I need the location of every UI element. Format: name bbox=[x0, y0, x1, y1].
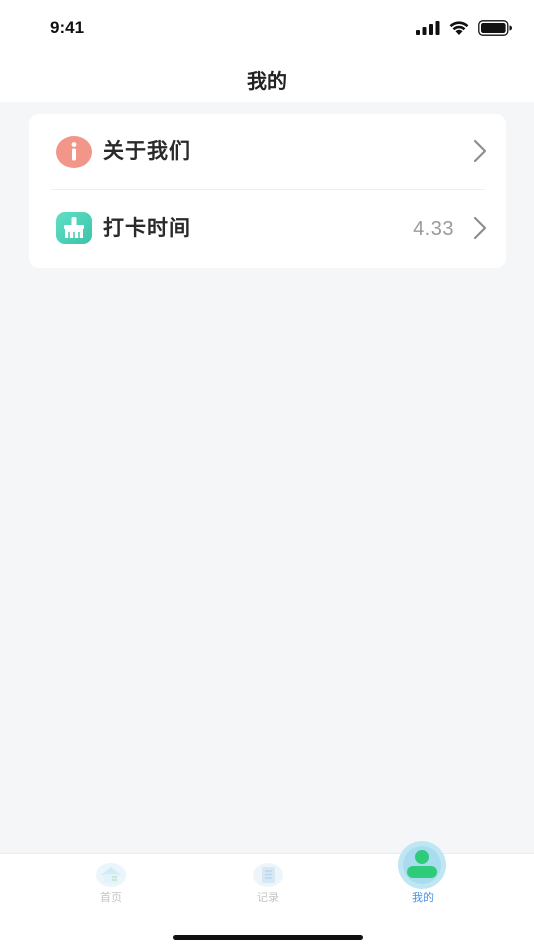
status-icons bbox=[416, 18, 512, 38]
divider bbox=[51, 189, 485, 190]
menu-item-label: 关于我们 bbox=[103, 139, 191, 163]
tab-home[interactable]: 首页 bbox=[51, 854, 171, 914]
tab-label: 我的 bbox=[412, 891, 434, 904]
nav-header: 我的 bbox=[0, 56, 534, 102]
menu-card: 关于我们 打卡时间 4.33 bbox=[29, 114, 506, 268]
user-icon bbox=[398, 841, 446, 889]
tab-label: 首页 bbox=[100, 891, 122, 904]
page-title: 我的 bbox=[247, 68, 287, 93]
menu-item-checkin-time[interactable]: 打卡时间 4.33 bbox=[29, 191, 506, 267]
chevron-right-icon bbox=[473, 216, 487, 240]
tab-records[interactable]: 记录 bbox=[208, 854, 328, 914]
brush-icon bbox=[56, 212, 92, 244]
menu-item-value: 4.33 bbox=[413, 218, 454, 240]
status-time: 9:41 bbox=[50, 18, 85, 37]
signal-icon bbox=[416, 21, 440, 35]
chevron-right-icon bbox=[473, 139, 487, 163]
menu-item-label: 打卡时间 bbox=[103, 216, 191, 240]
menu-item-about-us[interactable]: 关于我们 bbox=[29, 114, 506, 190]
battery-icon bbox=[478, 20, 512, 36]
home-indicator bbox=[173, 935, 363, 940]
list-icon bbox=[253, 863, 283, 887]
screen: 9:41 我的 关于我们 打卡时间 4.33 首页 记录 我的 bbox=[0, 0, 534, 950]
tab-label: 记录 bbox=[257, 891, 279, 904]
status-bar: 9:41 bbox=[0, 0, 534, 56]
tab-mine[interactable]: 我的 bbox=[363, 841, 483, 914]
wifi-icon bbox=[449, 21, 469, 35]
home-icon bbox=[96, 863, 126, 887]
info-icon bbox=[56, 136, 92, 168]
